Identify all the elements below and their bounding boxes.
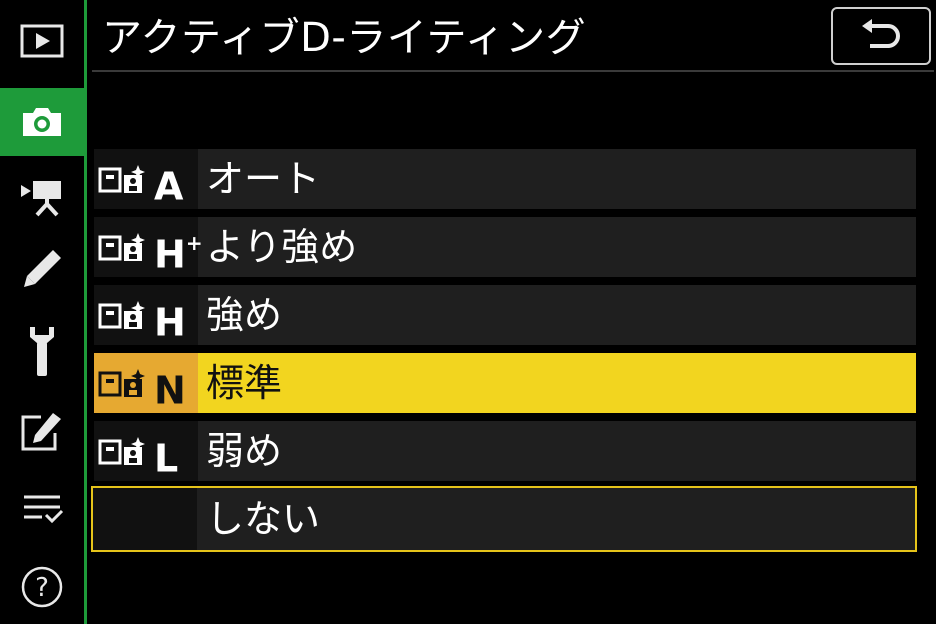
sidebar-divider bbox=[84, 0, 87, 624]
option-auto[interactable]: A オート bbox=[94, 149, 916, 209]
option-label: 標準 bbox=[206, 361, 283, 405]
option-low[interactable]: L 弱め bbox=[94, 421, 916, 481]
page-title: アクティブD-ライティング bbox=[102, 15, 587, 61]
my-menu-tab[interactable] bbox=[0, 476, 84, 542]
option-label: オート bbox=[206, 157, 321, 201]
option-icon-cell: A bbox=[94, 149, 198, 209]
playback-menu-tab[interactable] bbox=[0, 8, 84, 74]
option-letter: A bbox=[154, 164, 184, 209]
option-label: 弱め bbox=[206, 429, 283, 473]
option-extra-high[interactable]: H+ より強め bbox=[94, 217, 916, 277]
option-icon-cell: L bbox=[94, 421, 198, 481]
active-d-lighting-icon bbox=[98, 369, 145, 397]
option-letter: H bbox=[154, 300, 186, 345]
custom-settings-menu-tab[interactable] bbox=[0, 236, 84, 302]
option-label: より強め bbox=[206, 225, 358, 269]
option-icon-cell: H+ bbox=[94, 217, 203, 277]
camera-icon bbox=[23, 108, 61, 136]
active-d-lighting-icon bbox=[98, 437, 145, 465]
option-icon-cell: N bbox=[94, 353, 198, 413]
option-icon-cell bbox=[93, 488, 197, 550]
title-divider bbox=[92, 70, 934, 72]
option-letter: N bbox=[154, 368, 186, 413]
help-icon: ? bbox=[21, 566, 63, 608]
active-d-lighting-icon bbox=[98, 233, 145, 261]
menu-sidebar: ? bbox=[0, 0, 84, 624]
playback-icon bbox=[20, 24, 64, 58]
retouch-menu-tab[interactable] bbox=[0, 398, 84, 464]
my-menu-icon bbox=[24, 495, 64, 524]
back-button[interactable] bbox=[831, 7, 931, 65]
return-arrow-icon bbox=[862, 19, 900, 48]
photo-shooting-menu-tab[interactable] bbox=[0, 88, 84, 156]
option-icon-cell: H bbox=[94, 285, 198, 345]
setup-menu-tab[interactable] bbox=[0, 318, 84, 384]
movie-recording-menu-tab[interactable] bbox=[0, 164, 84, 230]
retouch-icon bbox=[21, 413, 61, 451]
option-letter: L bbox=[154, 436, 179, 481]
option-letter: H+ bbox=[154, 231, 203, 277]
help-tab[interactable]: ? bbox=[0, 554, 84, 620]
help-glyph: ? bbox=[35, 573, 49, 603]
movie-camera-icon bbox=[21, 181, 61, 217]
wrench-icon bbox=[30, 327, 54, 376]
active-d-lighting-icon bbox=[98, 301, 145, 329]
option-label: 強め bbox=[206, 293, 283, 337]
option-high[interactable]: H 強め bbox=[94, 285, 916, 345]
pencil-icon bbox=[24, 250, 61, 287]
option-normal[interactable]: N 標準 bbox=[94, 353, 916, 413]
option-label: しない bbox=[206, 497, 321, 541]
active-d-lighting-icon bbox=[98, 165, 145, 193]
option-off[interactable]: しない bbox=[91, 486, 917, 552]
